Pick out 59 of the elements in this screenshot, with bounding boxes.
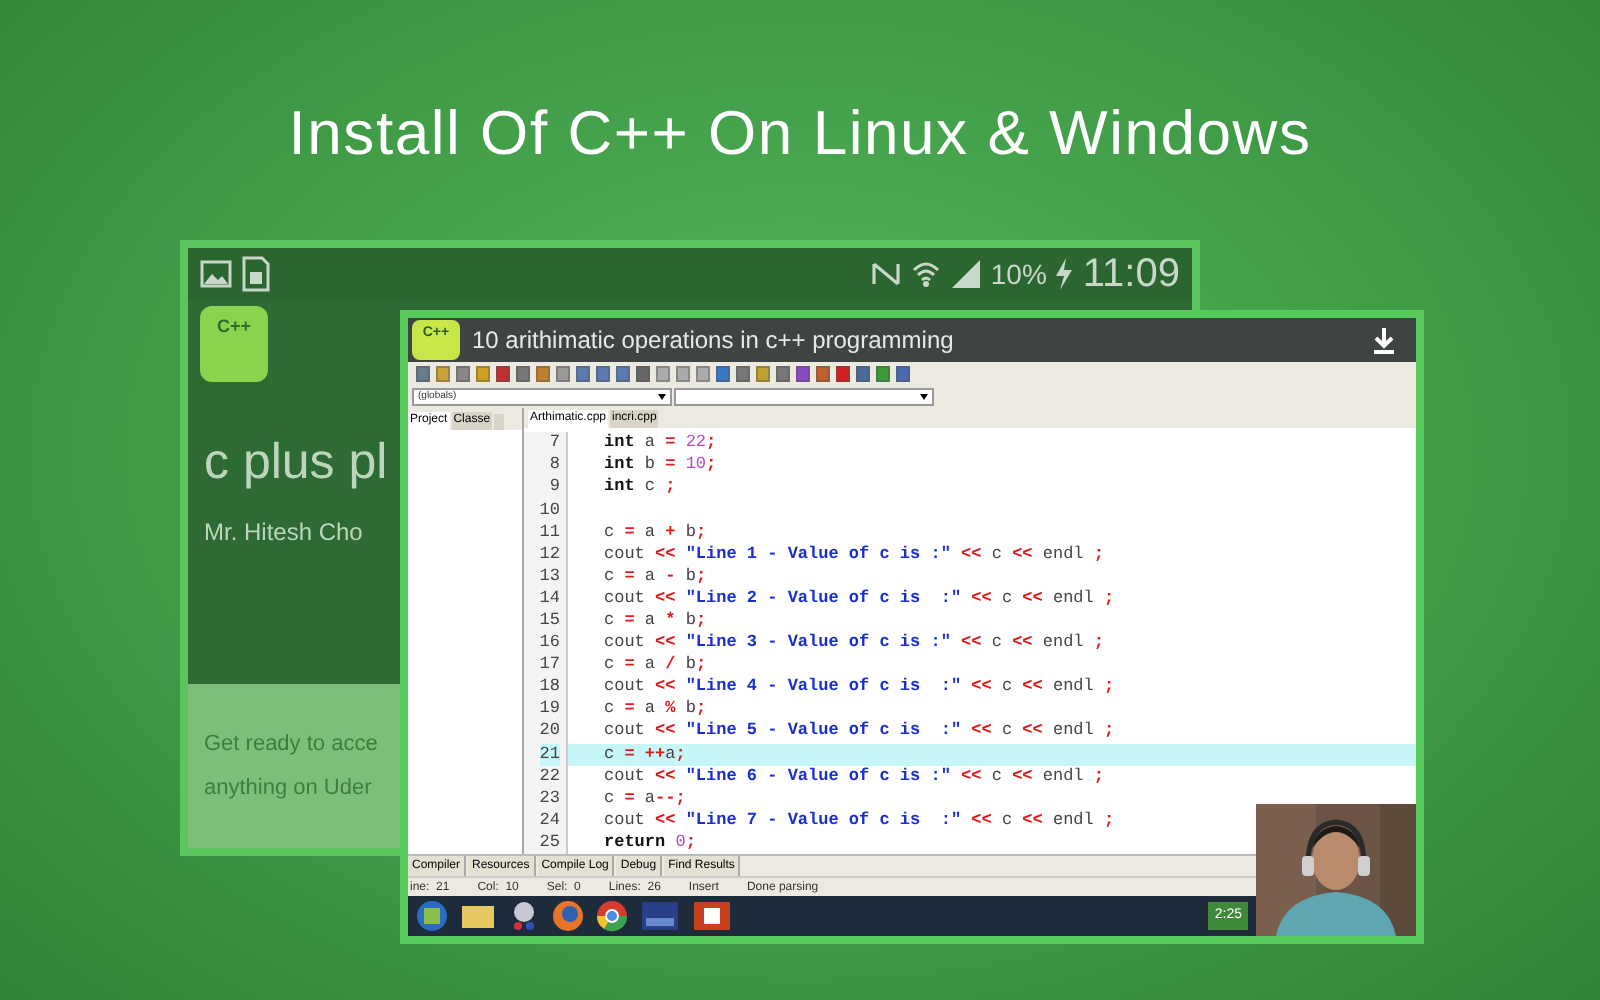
line-number: 16	[539, 632, 560, 655]
line-number: 17	[539, 654, 560, 677]
folder-icon[interactable]	[460, 902, 496, 930]
round-browser-icon[interactable]	[596, 900, 628, 932]
code-line: int b = 10;	[602, 454, 719, 477]
code-line: int a = 22;	[602, 432, 719, 455]
orb-icon[interactable]	[416, 900, 448, 932]
battery-percent: 10%	[990, 255, 1047, 293]
sim-card-icon	[240, 256, 272, 292]
code-line: c = a % b;	[602, 698, 709, 721]
course-title: c plus pl	[204, 432, 388, 494]
code-line: cout << "Line 4 - Value of c is :" << c << endl ;	[602, 676, 1117, 699]
line-number: 13	[539, 565, 560, 588]
code-line: cout << "Line 7 - Value of c is :" << c << endl ;	[602, 809, 1117, 832]
code-line: c = a + b;	[602, 521, 709, 544]
line-number: 20	[539, 720, 560, 744]
code-line: c = a * b;	[602, 609, 709, 633]
line-number: 19	[539, 698, 560, 721]
line-number: 10	[539, 499, 560, 522]
line-number: 9	[549, 476, 560, 499]
members-dropdown[interactable]	[674, 388, 934, 406]
app-icon: C++	[200, 306, 268, 382]
line-number: 11	[539, 521, 560, 544]
fox-browser-icon[interactable]	[552, 900, 584, 932]
line-number: 21	[539, 743, 560, 766]
line-number: 22	[539, 765, 560, 788]
code-line: cout << "Line 1 - Value of c is :" << c << endl ;	[602, 543, 1106, 566]
nfc-icon	[870, 260, 903, 288]
headline: Install Of C++ On Linux & Windows	[288, 96, 1312, 172]
line-number: 15	[539, 609, 560, 633]
line-number: 25	[539, 831, 560, 854]
line-number: 18	[539, 676, 560, 699]
code-line: int c ;	[602, 476, 678, 499]
author-name: Mr. Hitesh Cho	[204, 516, 363, 550]
line-number: 7	[549, 432, 560, 455]
clock: 11:09	[1082, 250, 1180, 300]
code-line: cout << "Line 2 - Value of c is :" << c << endl ;	[602, 587, 1117, 610]
code-line: return 0;	[602, 831, 698, 854]
download-icon[interactable]	[1372, 326, 1396, 354]
image-icon	[200, 260, 232, 288]
line-number: 12	[539, 543, 560, 566]
charging-battery-icon	[1054, 258, 1075, 290]
ide-app-icon[interactable]	[640, 900, 680, 932]
promo-text: anything on Uder	[204, 774, 372, 804]
code-line: cout << "Line 5 - Value of c is :" << c << endl ;	[602, 720, 1117, 744]
code-line: c = a - b;	[602, 565, 709, 588]
code-line: c = a--;	[602, 787, 688, 810]
line-number: 23	[539, 787, 560, 810]
signal-icon	[950, 260, 983, 288]
code-line: cout << "Line 3 - Value of c is :" << c << endl ;	[602, 632, 1106, 655]
wifi-icon	[910, 258, 943, 290]
video-title: 10 arithimatic operations in c++ programming	[472, 324, 956, 358]
code-line: c = a / b;	[602, 654, 709, 677]
promo-text: Get ready to acce	[204, 729, 378, 759]
line-number: 8	[549, 454, 560, 477]
code-line: cout << "Line 6 - Value of c is :" << c << endl ;	[602, 765, 1106, 788]
line-number: 14	[539, 587, 560, 610]
line-number: 24	[539, 809, 560, 832]
slides-app-icon[interactable]	[692, 900, 732, 932]
